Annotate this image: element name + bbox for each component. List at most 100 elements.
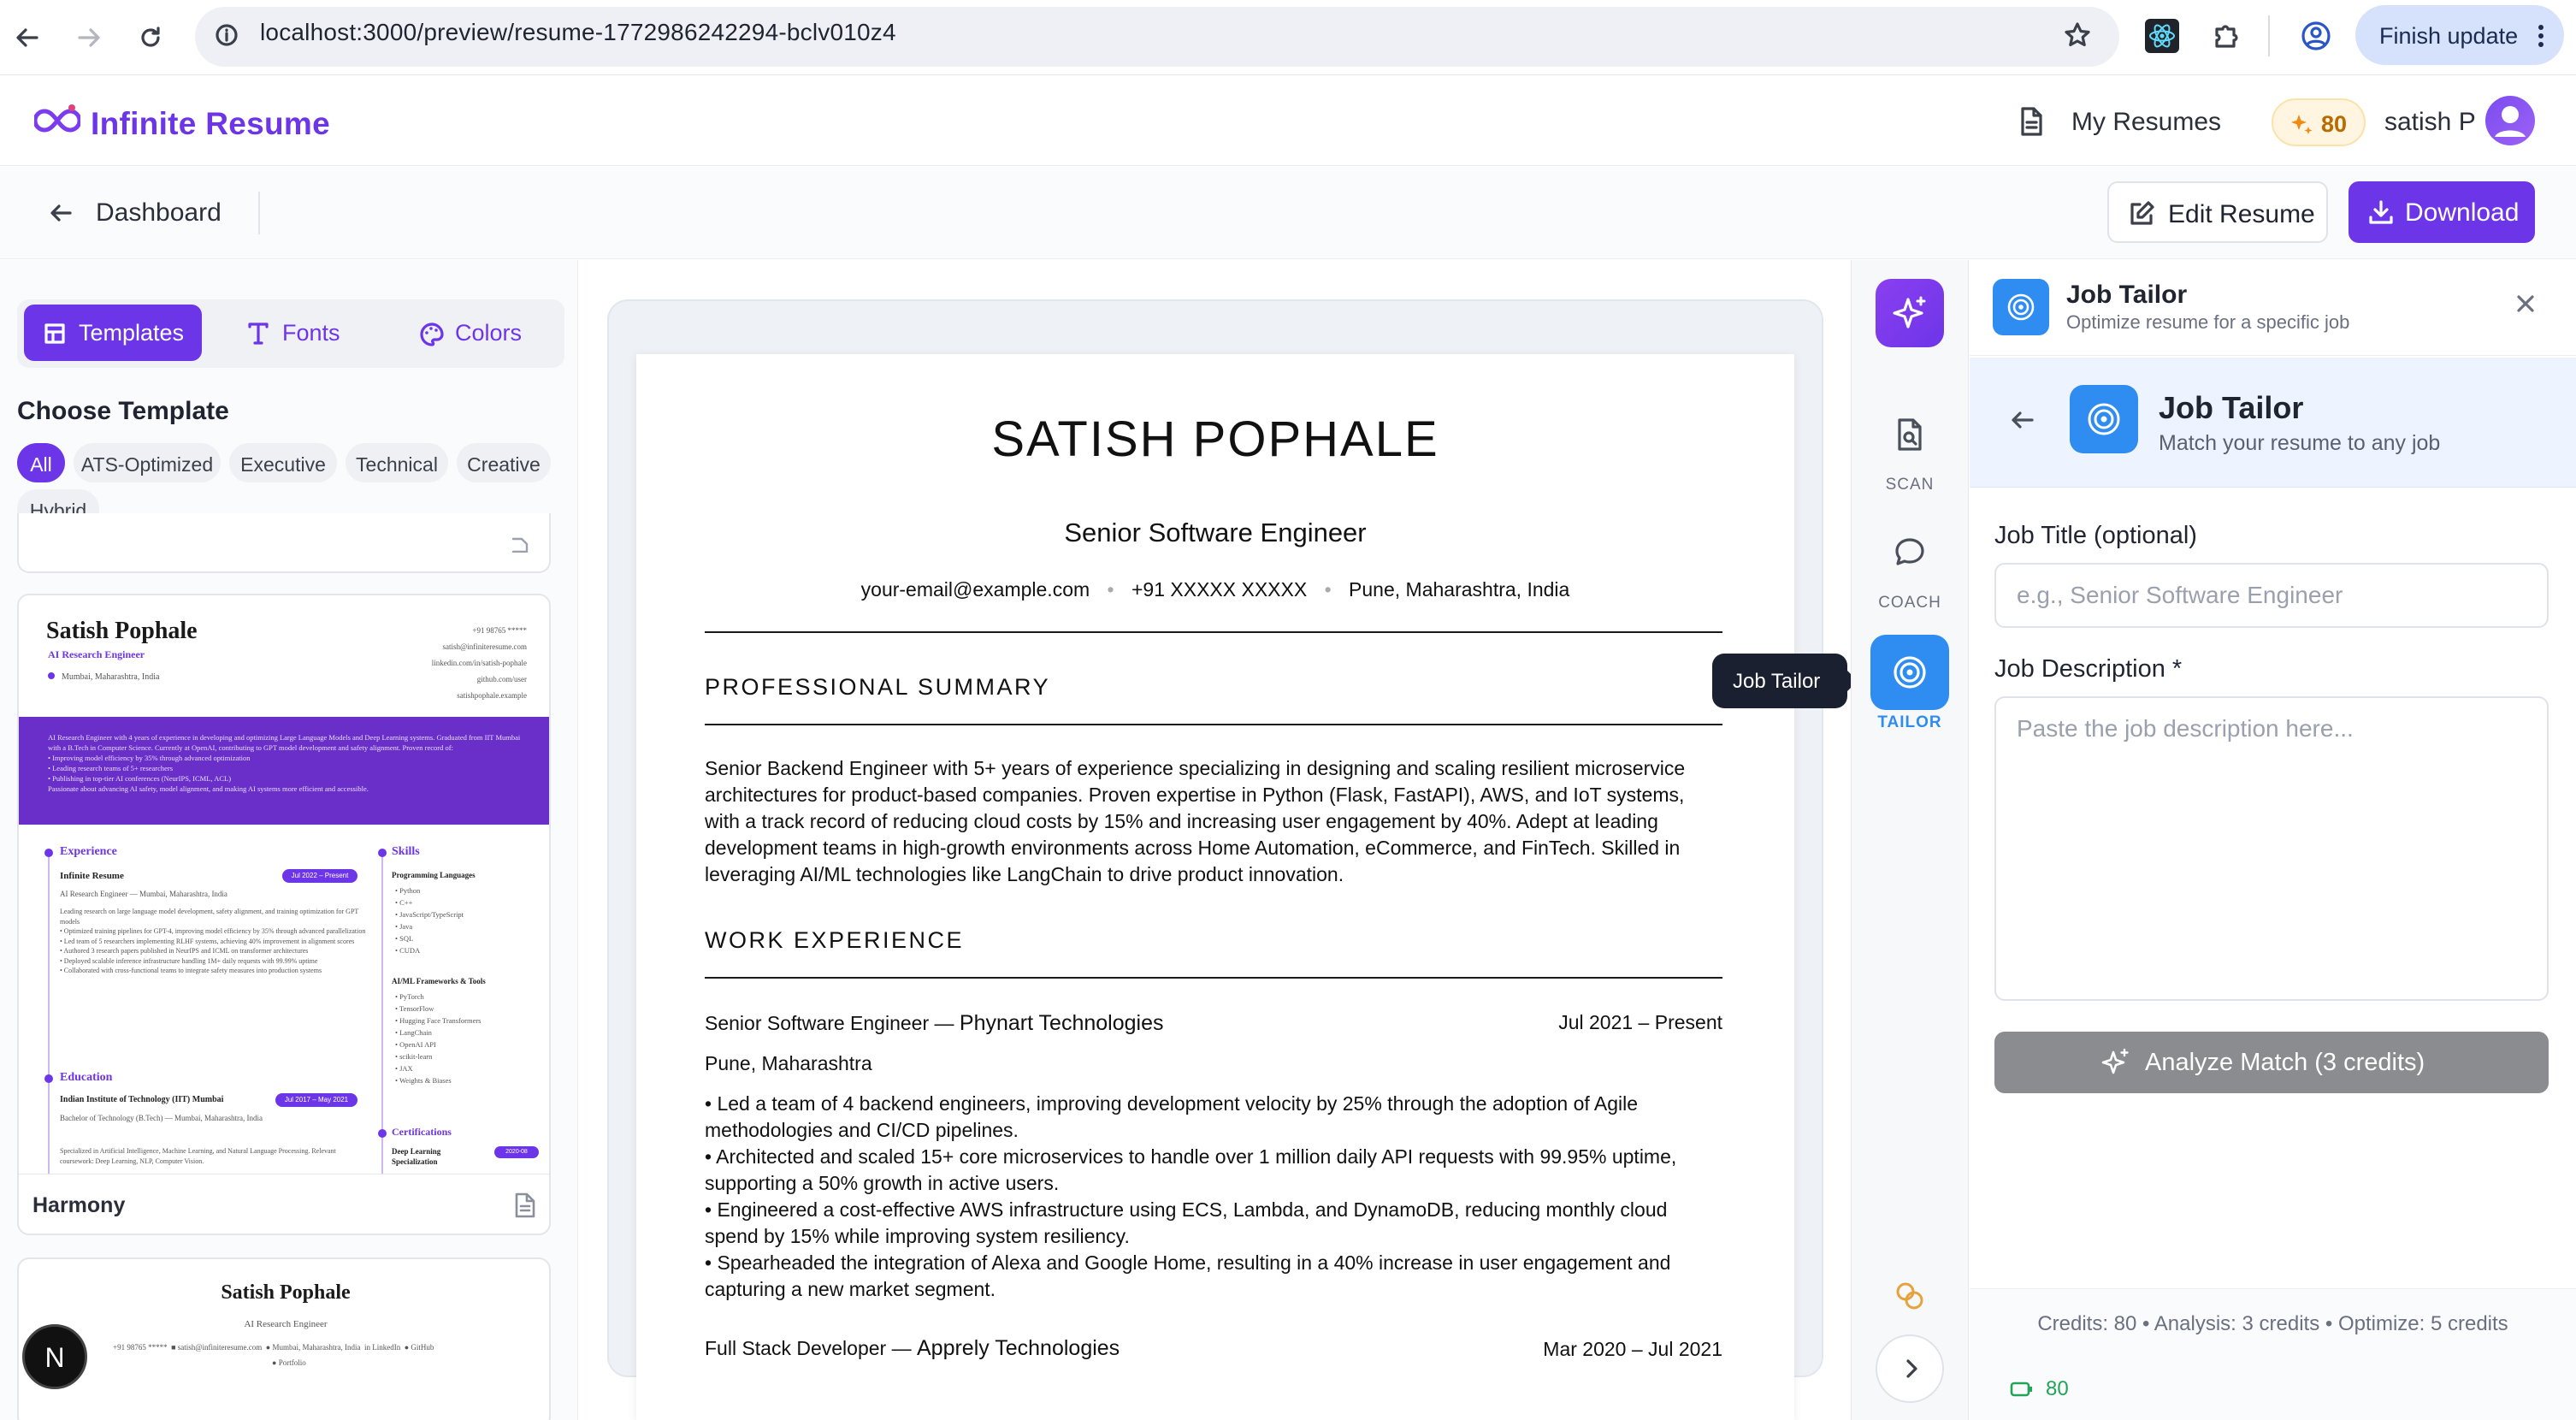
thumb-date-badge: 2020-08 bbox=[494, 1146, 539, 1158]
close-icon[interactable] bbox=[2514, 293, 2537, 315]
scan-label: SCAN bbox=[1885, 476, 1935, 494]
collapse-rail-button[interactable] bbox=[1876, 1334, 1944, 1403]
forward-arrow-icon[interactable] bbox=[70, 19, 108, 56]
coins-icon[interactable] bbox=[1894, 1280, 1926, 1312]
target-icon bbox=[2070, 385, 2138, 453]
back-arrow-icon[interactable] bbox=[48, 200, 74, 226]
thumb-date-badge: Jul 2022 – Present bbox=[282, 869, 357, 883]
template-card-next[interactable]: Satish Pophale AI Research Engineer +91 … bbox=[17, 1257, 551, 1420]
job-bullets: • Led a team of 4 backend engineers, imp… bbox=[705, 1091, 1722, 1303]
user-name[interactable]: satish P bbox=[2384, 108, 2476, 137]
palette-icon bbox=[420, 322, 444, 346]
timeline-dot bbox=[44, 849, 53, 857]
toolbar-divider bbox=[258, 192, 260, 234]
extensions-puzzle-icon[interactable] bbox=[2210, 19, 2242, 51]
back-arrow-icon[interactable] bbox=[9, 19, 46, 56]
thumb-name: Satish Pophale bbox=[46, 618, 198, 644]
thumb-date-badge: Jul 2017 – May 2021 bbox=[275, 1093, 357, 1107]
template-name: Harmony bbox=[32, 1193, 126, 1217]
toolbar-divider bbox=[2268, 15, 2270, 56]
analyze-match-button[interactable]: Analyze Match (3 credits) bbox=[1994, 1032, 2549, 1093]
profile-icon[interactable] bbox=[2301, 21, 2331, 51]
choose-template-heading: Choose Template bbox=[17, 397, 229, 425]
filter-chip-creative[interactable]: Creative bbox=[457, 443, 551, 482]
download-label: Download bbox=[2405, 198, 2520, 227]
tab-fonts[interactable]: Fonts bbox=[229, 305, 357, 361]
tooltip: Job Tailor bbox=[1712, 654, 1858, 708]
credits-badge[interactable]: 80 bbox=[2272, 98, 2366, 146]
chat-icon bbox=[1895, 538, 1924, 565]
tab-templates-label: Templates bbox=[79, 320, 185, 346]
panel-title: Job Tailor bbox=[2066, 281, 2188, 309]
section-divider bbox=[705, 631, 1722, 633]
target-icon bbox=[1993, 279, 2049, 335]
filter-chip-executive[interactable]: Executive bbox=[229, 443, 337, 482]
job-title: Full Stack Developer — Apprely Technolog… bbox=[705, 1336, 1120, 1360]
thumb-contacts: +91 98765 ***** ■ satish@infiniteresume.… bbox=[113, 1343, 434, 1352]
target-icon bbox=[1894, 656, 1926, 689]
job-title-input[interactable] bbox=[1994, 563, 2549, 628]
resume-location: Pune, Maharashtra, India bbox=[1349, 578, 1570, 601]
thumb-job-bullets: Leading research on large language model… bbox=[60, 908, 366, 974]
job-description-label: Job Description * bbox=[1994, 655, 2183, 683]
experience-heading: WORK EXPERIENCE bbox=[705, 927, 965, 953]
tailor-label: TAILOR bbox=[1877, 713, 1942, 731]
section-subtitle: Match your resume to any job bbox=[2159, 431, 2441, 455]
resume-email: your-email@example.com bbox=[860, 578, 1090, 601]
section-divider bbox=[705, 724, 1722, 725]
filter-chip-all[interactable]: All bbox=[17, 443, 65, 482]
thumb-role: AI Research Engineer bbox=[48, 648, 145, 660]
infinity-logo-icon[interactable] bbox=[34, 101, 80, 140]
site-info-icon[interactable] bbox=[214, 22, 239, 48]
credits-count: 80 bbox=[2321, 111, 2348, 137]
tab-colors[interactable]: Colors bbox=[407, 305, 544, 361]
dashboard-link[interactable]: Dashboard bbox=[96, 198, 222, 228]
job-bullet: • Engineered a cost-effective AWS infras… bbox=[705, 1198, 1668, 1247]
template-card-partial[interactable] bbox=[17, 513, 551, 573]
my-resumes-link[interactable]: My Resumes bbox=[2071, 108, 2221, 137]
finish-update-button[interactable]: Finish update bbox=[2355, 5, 2564, 65]
panel-subtitle: Optimize resume for a specific job bbox=[2066, 311, 2350, 333]
edit-resume-label: Edit Resume bbox=[2168, 200, 2315, 228]
tailor-button[interactable] bbox=[1870, 635, 1949, 710]
job-location: Pune, Maharashtra bbox=[705, 1052, 872, 1074]
bookmark-star-icon[interactable] bbox=[2063, 21, 2092, 50]
resume-phone: +91 XXXXX XXXXX bbox=[1131, 578, 1308, 601]
avatar[interactable] bbox=[2485, 96, 2535, 145]
filter-chip-technical[interactable]: Technical bbox=[346, 443, 448, 482]
job-bullet: • Spearheaded the integration of Alexa a… bbox=[705, 1251, 1671, 1300]
tab-templates[interactable]: Templates bbox=[24, 305, 202, 361]
download-button[interactable]: Download bbox=[2349, 181, 2535, 243]
reload-icon[interactable] bbox=[132, 19, 169, 56]
scan-button[interactable] bbox=[1876, 400, 1944, 469]
tab-fonts-label: Fonts bbox=[282, 320, 340, 346]
timeline-line bbox=[381, 852, 383, 1174]
edit-resume-button[interactable]: Edit Resume bbox=[2107, 181, 2328, 243]
coach-button[interactable] bbox=[1876, 518, 1944, 587]
timeline-dot bbox=[378, 1129, 387, 1138]
template-card-footer: Harmony bbox=[19, 1174, 549, 1234]
thumb-name: Satish Pophale bbox=[221, 1281, 351, 1304]
job-description-input[interactable] bbox=[1994, 696, 2549, 1001]
back-arrow-icon[interactable] bbox=[2008, 407, 2035, 433]
resume-name: SATISH POPHALE bbox=[991, 411, 1439, 467]
url-text[interactable]: localhost:3000/preview/resume-1772986242… bbox=[260, 19, 896, 46]
ai-assistant-button[interactable] bbox=[1876, 279, 1944, 347]
job-dates: Jul 2021 – Present bbox=[1558, 1011, 1722, 1033]
brand-name[interactable]: Infinite Resume bbox=[91, 106, 330, 142]
document-icon bbox=[515, 1192, 535, 1218]
filter-chip-ats-optimized[interactable]: ATS-Optimized bbox=[74, 443, 221, 482]
document-icon bbox=[511, 537, 529, 553]
job-dates: Mar 2020 – Jul 2021 bbox=[1543, 1338, 1722, 1360]
credits-note: Credits: 80 • Analysis: 3 credits • Opti… bbox=[2037, 1312, 2508, 1335]
analyze-match-label: Analyze Match (3 credits) bbox=[2145, 1049, 2425, 1076]
thumb-location: Mumbai, Maharashtra, India bbox=[48, 672, 159, 682]
job-title-label: Job Title (optional) bbox=[1994, 522, 2197, 549]
template-card-harmony[interactable]: Satish Pophale AI Research Engineer Mumb… bbox=[17, 594, 551, 1235]
resume-title: Senior Software Engineer bbox=[1064, 518, 1367, 547]
coach-label: COACH bbox=[1878, 594, 1941, 612]
job-bullet: • Architected and scaled 15+ core micros… bbox=[705, 1145, 1677, 1194]
react-devtools-icon[interactable] bbox=[2145, 19, 2179, 53]
panel-header bbox=[1970, 260, 2576, 356]
next-dev-badge[interactable]: N bbox=[22, 1324, 87, 1389]
